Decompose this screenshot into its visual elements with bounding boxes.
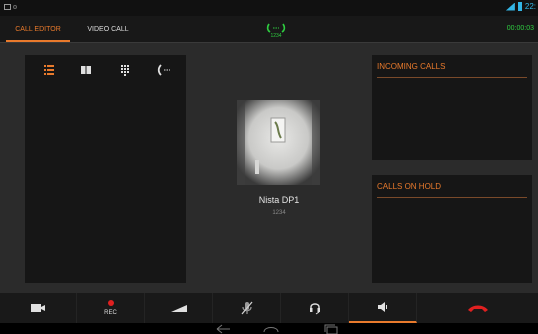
record-label: REC [104,310,117,316]
notification-icons [4,3,18,12]
volume-button[interactable] [145,293,213,323]
incoming-calls-title: INCOMING CALLS [377,62,446,71]
phone-ringing-icon [266,23,286,33]
system-nav-bar [0,323,538,334]
tab-video-call[interactable]: VIDEO CALL [80,16,136,42]
divider [377,77,527,78]
recent-apps-icon[interactable] [322,324,340,334]
home-icon[interactable] [262,324,280,334]
incoming-calls-panel: INCOMING CALLS [372,55,532,160]
clock: 22: [524,2,536,11]
headset-button[interactable] [281,293,349,323]
back-icon[interactable] [214,324,232,334]
record-button[interactable]: REC [77,293,145,323]
speaker-icon [377,302,387,312]
list-icon[interactable] [41,62,57,78]
headset-icon [309,303,320,315]
video-button[interactable] [0,293,77,323]
calls-on-hold-title: CALLS ON HOLD [377,182,442,191]
video-camera-icon [31,304,45,312]
tab-label: VIDEO CALL [87,26,129,33]
volume-level-icon [170,305,187,312]
call-control-bar: REC [0,293,538,323]
caller-camera-image [237,100,320,185]
notification-dot-icon [13,5,17,9]
active-call-indicator[interactable]: 1234 [256,22,296,39]
caller-video-preview [237,100,320,185]
tab-indicator [6,40,70,42]
hang-up-button[interactable] [417,293,538,323]
tab-label: CALL EDITOR [15,26,61,33]
hang-up-icon [467,305,488,312]
mute-button[interactable] [213,293,281,323]
call-editor-panel [25,55,186,283]
caller-name: Nista DP1 [258,195,300,205]
call-timer: 00:00:03 [506,25,534,32]
system-indicators: 22: [505,2,536,11]
active-call-number: 1234 [270,33,282,39]
calls-on-hold-panel: CALLS ON HOLD [372,175,532,283]
divider [377,197,527,198]
tab-call-editor[interactable]: CALL EDITOR [6,16,70,42]
record-dot-icon [107,300,114,306]
signal-icon [505,2,515,11]
status-bar: 22: [0,0,538,16]
top-bar: CALL EDITOR VIDEO CALL 1234 00:00:03 [0,16,538,43]
call-transfer-icon[interactable] [156,62,172,78]
battery-icon [517,2,522,11]
mic-muted-icon [241,301,252,315]
notification-icon [4,4,11,10]
contacts-book-icon[interactable] [78,62,94,78]
caller-number: 1234 [272,210,286,216]
call-editor-toolbar [25,55,186,85]
dialpad-icon[interactable] [117,62,133,78]
speaker-button[interactable] [349,293,417,323]
